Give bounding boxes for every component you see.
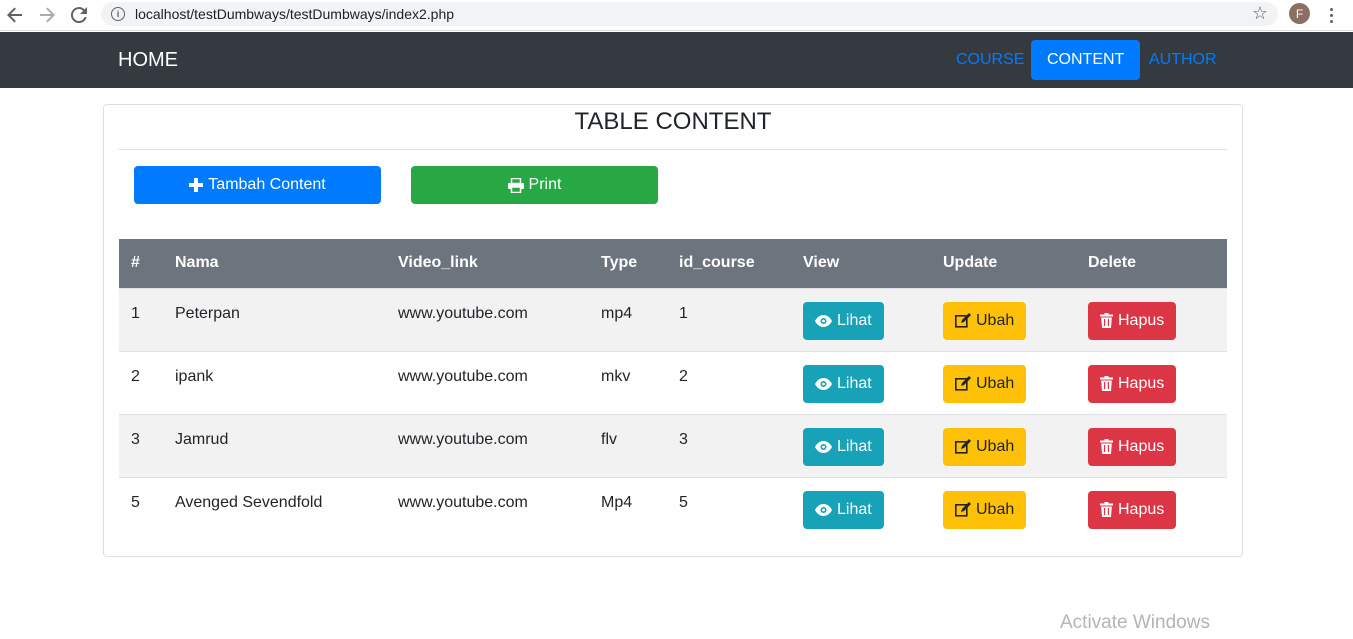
trash-icon — [1100, 313, 1113, 328]
browser-toolbar: i localhost/testDumbways/testDumbways/in… — [0, 0, 1353, 31]
address-bar[interactable]: i localhost/testDumbways/testDumbways/in… — [101, 2, 1278, 26]
edit-icon — [955, 439, 971, 454]
cell-video-link: www.youtube.com — [398, 430, 528, 448]
cell-nama: ipank — [175, 367, 214, 385]
activate-windows-watermark: Activate Windows — [1060, 612, 1210, 633]
hapus-button[interactable]: Hapus — [1088, 301, 1177, 340]
cell-type: mp4 — [601, 304, 633, 322]
back-arrow-icon[interactable] — [4, 4, 26, 26]
lihat-label: Lihat — [837, 311, 872, 329]
eye-icon — [815, 440, 832, 453]
nav-link-content[interactable]: CONTENT — [1031, 40, 1141, 80]
cell-id-course: 5 — [679, 493, 688, 511]
cell-no: 3 — [131, 430, 140, 448]
hapus-button[interactable]: Hapus — [1088, 364, 1177, 403]
add-content-label: Tambah Content — [208, 176, 326, 193]
plus-icon — [189, 178, 204, 192]
cell-type: mkv — [601, 367, 631, 385]
lihat-label: Lihat — [837, 500, 872, 518]
hapus-button[interactable]: Hapus — [1088, 490, 1177, 529]
header-id-course: id_course — [679, 254, 755, 272]
cell-nama: Peterpan — [175, 304, 240, 322]
reload-icon[interactable] — [68, 4, 90, 26]
trash-icon — [1100, 376, 1113, 391]
menu-kebab-icon[interactable] — [1322, 4, 1340, 26]
trash-icon — [1100, 439, 1113, 454]
content-card: TABLE CONTENT Tambah Content Print # Nam… — [103, 104, 1243, 557]
edit-icon — [955, 376, 971, 391]
cell-nama: Jamrud — [175, 430, 229, 448]
lihat-button[interactable]: Lihat — [803, 490, 884, 529]
eye-icon — [815, 503, 832, 516]
bookmark-star-icon[interactable]: ☆ — [1252, 3, 1268, 24]
header-delete: Delete — [1088, 254, 1137, 272]
info-icon[interactable]: i — [111, 7, 125, 21]
hapus-label: Hapus — [1118, 500, 1165, 518]
header-type: Type — [601, 254, 638, 272]
nav-link-course[interactable]: COURSE — [940, 40, 1040, 80]
hapus-button[interactable]: Hapus — [1088, 427, 1177, 466]
lihat-label: Lihat — [837, 374, 872, 392]
cell-video-link: www.youtube.com — [398, 304, 528, 322]
table-row: 3 Jamrud www.youtube.com flv 3 Lihat Uba… — [119, 414, 1227, 477]
lihat-button[interactable]: Lihat — [803, 301, 884, 340]
cell-video-link: www.youtube.com — [398, 493, 528, 511]
lihat-button[interactable]: Lihat — [803, 427, 884, 466]
table-row: 5 Avenged Sevendfold www.youtube.com Mp4… — [119, 477, 1227, 540]
header-update: Update — [943, 254, 998, 272]
edit-icon — [955, 502, 971, 517]
cell-no: 5 — [131, 493, 140, 511]
header-nama: Nama — [175, 254, 219, 272]
cell-type: Mp4 — [601, 493, 633, 511]
lihat-button[interactable]: Lihat — [803, 364, 884, 403]
nav-link-author[interactable]: AUTHOR — [1133, 40, 1233, 80]
navbar-brand[interactable]: HOME — [118, 49, 178, 72]
profile-avatar[interactable]: F — [1289, 3, 1310, 24]
cell-id-course: 3 — [679, 430, 688, 448]
url-text[interactable]: localhost/testDumbways/testDumbways/inde… — [135, 6, 454, 22]
ubah-label: Ubah — [976, 500, 1015, 518]
header-video-link: Video_link — [398, 254, 478, 272]
table-row: 2 ipank www.youtube.com mkv 2 Lihat Ubah… — [119, 351, 1227, 414]
trash-icon — [1100, 502, 1113, 517]
hapus-label: Hapus — [1118, 374, 1165, 392]
cell-id-course: 1 — [679, 304, 688, 322]
hapus-label: Hapus — [1118, 437, 1165, 455]
navbar: HOME COURSE CONTENT AUTHOR — [0, 32, 1353, 88]
edit-icon — [955, 313, 971, 328]
ubah-button[interactable]: Ubah — [943, 364, 1027, 403]
ubah-button[interactable]: Ubah — [943, 301, 1027, 340]
header-no: # — [131, 254, 140, 272]
table-row: 1 Peterpan www.youtube.com mp4 1 Lihat U… — [119, 288, 1227, 351]
cell-video-link: www.youtube.com — [398, 367, 528, 385]
print-button[interactable]: Print — [411, 166, 658, 204]
cell-nama: Avenged Sevendfold — [175, 493, 323, 511]
ubah-button[interactable]: Ubah — [943, 427, 1027, 466]
divider — [119, 149, 1227, 150]
ubah-label: Ubah — [976, 374, 1015, 392]
eye-icon — [815, 314, 832, 327]
page-title: TABLE CONTENT — [574, 108, 772, 135]
add-content-button[interactable]: Tambah Content — [134, 166, 381, 204]
cell-no: 1 — [131, 304, 140, 322]
ubah-label: Ubah — [976, 311, 1015, 329]
ubah-button[interactable]: Ubah — [943, 490, 1027, 529]
eye-icon — [815, 377, 832, 390]
forward-arrow-icon[interactable] — [36, 4, 58, 26]
lihat-label: Lihat — [837, 437, 872, 455]
print-label: Print — [528, 176, 562, 193]
ubah-label: Ubah — [976, 437, 1015, 455]
cell-no: 2 — [131, 367, 140, 385]
hapus-label: Hapus — [1118, 311, 1165, 329]
printer-icon — [507, 177, 524, 193]
cell-type: flv — [601, 430, 617, 448]
table-header-row: # Nama Video_link Type id_course View Up… — [119, 239, 1227, 288]
cell-id-course: 2 — [679, 367, 688, 385]
header-view: View — [803, 254, 840, 272]
content-table: # Nama Video_link Type id_course View Up… — [119, 239, 1227, 540]
